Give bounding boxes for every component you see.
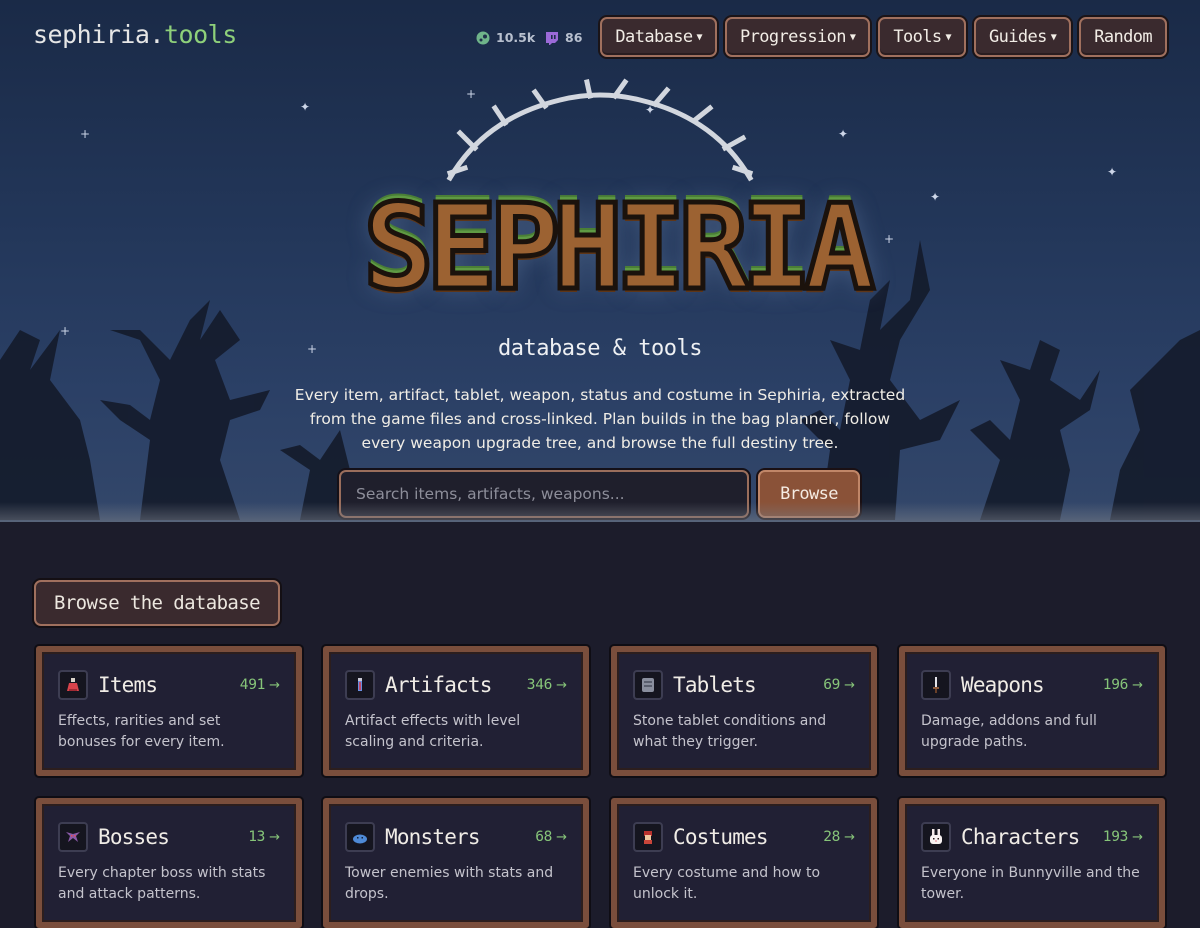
- card-title: Costumes: [673, 825, 769, 849]
- caret-down-icon: ▼: [945, 31, 952, 43]
- section-heading: Browse the database: [34, 580, 280, 626]
- hero-banner: ✦ + + ✦ ✦ ✦ + ✦ + + sephiria.tools 10.5k: [0, 0, 1200, 522]
- card-costumes[interactable]: Costumes 28 → Every costume and how to u…: [611, 798, 877, 928]
- tablet-icon: [633, 670, 663, 700]
- card-title: Monsters: [385, 825, 481, 849]
- arrow-right-icon: →: [844, 677, 855, 693]
- twitch-icon: [546, 31, 558, 45]
- card-description: Artifact effects with level scaling and …: [345, 713, 521, 750]
- potion-icon: [58, 670, 88, 700]
- steam-icon: [476, 31, 490, 44]
- caret-down-icon: ▼: [849, 31, 856, 43]
- nav-label: Tools: [893, 27, 942, 47]
- nav-random-button[interactable]: Random: [1079, 17, 1167, 57]
- card-count: 193: [1102, 829, 1129, 845]
- sword-icon: [921, 670, 951, 700]
- card-bosses[interactable]: Bosses 13 → Every chapter boss with stat…: [36, 798, 302, 928]
- boss-icon: [58, 822, 88, 852]
- card-title: Weapons: [961, 673, 1045, 697]
- hero-intro-text: Every item, artifact, tablet, weapon, st…: [294, 386, 906, 452]
- card-items[interactable]: Items 491 → Effects, rarities and set bo…: [36, 646, 302, 776]
- costume-icon: [633, 822, 663, 852]
- card-monsters[interactable]: Monsters 68 → Tower enemies with stats a…: [323, 798, 589, 928]
- card-count: 28: [823, 829, 841, 845]
- arrow-right-icon: →: [556, 677, 567, 693]
- nav-tools-button[interactable]: Tools ▼: [878, 17, 966, 57]
- card-description: Every chapter boss with stats and attack…: [58, 865, 266, 902]
- nav-guides-button[interactable]: Guides ▼: [973, 17, 1072, 57]
- hero-ground-fade: [0, 502, 1200, 522]
- card-characters[interactable]: Characters 193 → Everyone in Bunnyville …: [899, 798, 1165, 928]
- card-count: 68: [535, 829, 553, 845]
- sephiria-logo: SEPHIRIA: [355, 78, 878, 328]
- card-description: Everyone in Bunnyville and the tower.: [921, 865, 1140, 902]
- card-count: 346: [526, 677, 553, 693]
- card-title: Tablets: [673, 673, 757, 697]
- nav-database-button[interactable]: Database ▼: [600, 17, 717, 57]
- slime-icon: [345, 822, 375, 852]
- caret-down-icon: ▼: [1050, 31, 1057, 43]
- card-title: Bosses: [98, 825, 170, 849]
- main-nav: Database ▼ Progression ▼ Tools ▼ Guides ▼ Ra…: [600, 17, 1167, 57]
- bunny-icon: [921, 822, 951, 852]
- card-count: 13: [248, 829, 266, 845]
- brand-dot: .: [149, 20, 164, 49]
- nav-label: Random: [1094, 27, 1152, 47]
- nav-label: Database: [615, 27, 693, 47]
- card-count: 196: [1102, 677, 1129, 693]
- card-description: Tower enemies with stats and drops.: [345, 865, 554, 902]
- twitch-count: 86: [565, 30, 583, 45]
- card-title: Characters: [961, 825, 1080, 849]
- hero-subtitle: database & tools: [498, 336, 702, 361]
- card-description: Every costume and how to unlock it.: [633, 865, 821, 902]
- card-description: Effects, rarities and set bonuses for ev…: [58, 713, 225, 750]
- arrow-right-icon: →: [1132, 677, 1143, 693]
- arrow-right-icon: →: [556, 829, 567, 845]
- steam-stat[interactable]: 10.5k: [476, 30, 535, 45]
- card-title: Artifacts: [385, 673, 492, 697]
- vial-icon: [345, 670, 375, 700]
- card-title: Items: [98, 673, 158, 697]
- twitch-stat[interactable]: 86: [545, 30, 582, 45]
- brand-accent: tools: [163, 20, 237, 49]
- nav-progression-button[interactable]: Progression ▼: [724, 17, 871, 57]
- logo-wordmark: SEPHIRIA: [361, 178, 878, 316]
- site-brand[interactable]: sephiria.tools: [33, 20, 237, 49]
- brand-name: sephiria: [33, 20, 150, 49]
- card-description: Damage, addons and full upgrade paths.: [921, 713, 1097, 750]
- card-count: 69: [823, 677, 841, 693]
- card-tablets[interactable]: Tablets 69 → Stone tablet conditions and…: [611, 646, 877, 776]
- arrow-right-icon: →: [269, 677, 280, 693]
- arrow-right-icon: →: [1132, 829, 1143, 845]
- card-artifacts[interactable]: Artifacts 346 → Artifact effects with le…: [323, 646, 589, 776]
- arrow-right-icon: →: [844, 829, 855, 845]
- card-count: 491: [239, 677, 266, 693]
- card-description: Stone tablet conditions and what they tr…: [633, 713, 827, 750]
- nav-label: Progression: [739, 27, 847, 47]
- steam-count: 10.5k: [496, 30, 536, 45]
- caret-down-icon: ▼: [696, 31, 703, 43]
- arrow-right-icon: →: [269, 829, 280, 845]
- nav-label: Guides: [988, 27, 1047, 47]
- card-weapons[interactable]: Weapons 196 → Damage, addons and full up…: [899, 646, 1165, 776]
